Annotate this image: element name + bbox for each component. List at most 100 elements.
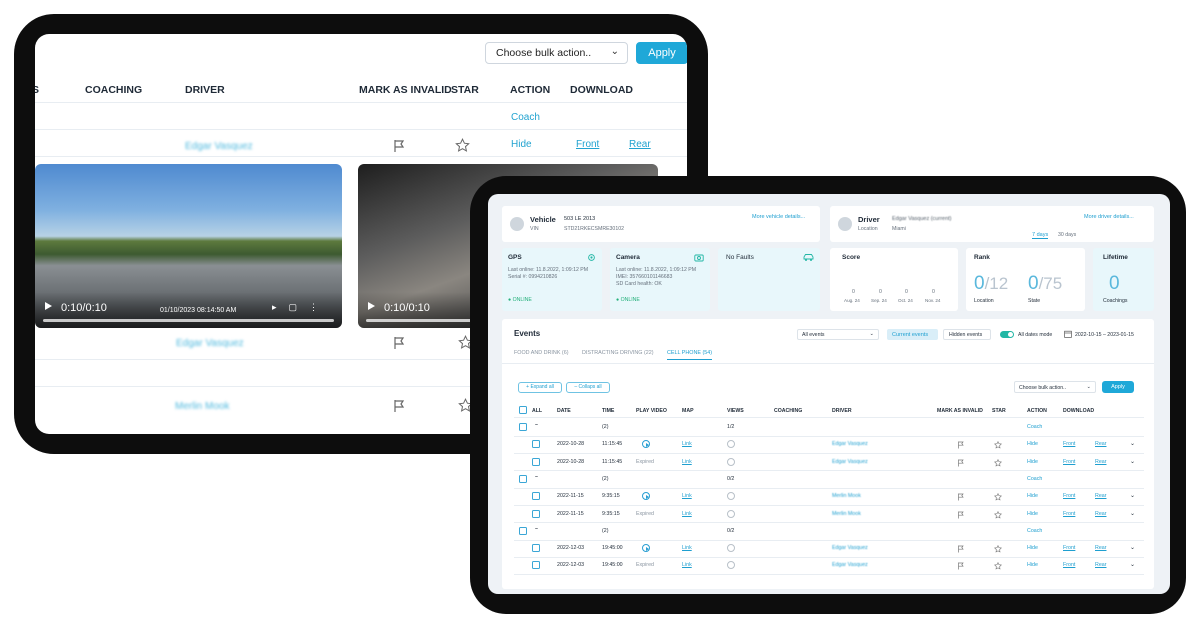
rear-download-link[interactable]: Rear <box>1095 511 1106 517</box>
rear-download-link[interactable]: Rear <box>629 139 651 150</box>
row-checkbox[interactable] <box>532 509 540 518</box>
row-checkbox[interactable] <box>532 492 540 501</box>
collapse-icon[interactable]: – <box>535 422 538 428</box>
front-download-link[interactable]: Front <box>576 139 599 150</box>
front-download-link[interactable]: Front <box>1063 545 1075 551</box>
chevron-down-icon[interactable]: ⌄ <box>1130 492 1135 499</box>
driver-link[interactable]: Edgar Vasquez <box>832 441 868 447</box>
tab-food-and-drink[interactable]: FOOD AND DRINK (6) <box>514 350 569 356</box>
driver-link[interactable]: Merlin Mook <box>832 493 861 499</box>
play-video-icon[interactable] <box>642 492 650 501</box>
event-group-row[interactable]: – (2) 1/2 Coach <box>502 419 1134 436</box>
collapse-icon[interactable]: – <box>535 474 538 480</box>
event-group-row[interactable]: – (2) 0/2 Coach <box>502 471 1134 488</box>
coach-link[interactable]: Coach <box>1027 528 1042 534</box>
star-icon[interactable] <box>994 493 1002 501</box>
star-icon[interactable] <box>994 510 1002 519</box>
more-vehicle-details-link[interactable]: More vehicle details... <box>752 214 805 220</box>
play-video-icon[interactable] <box>642 544 650 553</box>
coach-link[interactable]: Coach <box>1027 476 1042 482</box>
hide-link[interactable]: Hide <box>1027 545 1038 551</box>
hide-link[interactable]: Hide <box>1027 493 1038 499</box>
event-group-row[interactable]: – (2) 0/2 Coach <box>502 523 1134 540</box>
play-icon[interactable] <box>45 302 52 310</box>
expand-all-button[interactable]: + Expand all <box>518 382 562 393</box>
map-link[interactable]: Link <box>682 562 692 568</box>
rear-download-link[interactable]: Rear <box>1095 545 1106 551</box>
driver-link[interactable]: Merlin Mook <box>832 511 861 517</box>
date-range[interactable]: 2022-10-15 – 2023-01-15 <box>1075 332 1134 338</box>
rear-download-link[interactable]: Rear <box>1095 562 1106 568</box>
flag-icon[interactable] <box>392 139 406 153</box>
star-icon[interactable] <box>994 441 1002 449</box>
collapse-icon[interactable]: – <box>535 526 538 532</box>
select-all-checkbox[interactable] <box>519 406 527 414</box>
flag-icon[interactable] <box>392 399 406 413</box>
flag-icon[interactable] <box>957 459 964 467</box>
flag-icon[interactable] <box>957 562 964 570</box>
chevron-down-icon[interactable]: ⌄ <box>1130 510 1135 517</box>
rear-download-link[interactable]: Rear <box>1095 441 1106 447</box>
event-row[interactable]: 2022-12-03 19:45:00 Expired Link Edgar Vasqu… <box>502 557 1135 574</box>
star-icon[interactable] <box>994 562 1002 570</box>
event-row[interactable]: 2022-11-15 9:35:15 Expired Link Merlin Mook H… <box>502 506 1135 523</box>
all-dates-toggle[interactable] <box>1000 331 1014 338</box>
hide-link[interactable]: Hide <box>1027 511 1038 517</box>
map-link[interactable]: Link <box>682 545 692 551</box>
chevron-down-icon[interactable]: ⌄ <box>1130 440 1135 447</box>
driver-link[interactable]: Edgar Vasquez <box>832 545 868 551</box>
tab-30-days[interactable]: 30 days <box>1058 232 1076 238</box>
row-checkbox[interactable] <box>532 544 540 553</box>
more-driver-details-link[interactable]: More driver details... <box>1084 214 1134 220</box>
star-icon[interactable] <box>994 458 1002 467</box>
row-checkbox[interactable] <box>532 457 540 466</box>
events-filter-select[interactable]: All events ⌄ <box>797 329 879 340</box>
driver-link[interactable]: Edgar Vasquez <box>832 562 868 568</box>
bulk-action-select[interactable]: Choose bulk action.. ⌄ <box>485 42 628 64</box>
flag-icon[interactable] <box>957 511 964 519</box>
video-player-front[interactable]: 0:10/0:10 01/10/2023 08:14:50 AM ▸▢⋮ <box>35 164 342 328</box>
row-checkbox[interactable] <box>532 440 540 449</box>
hide-link[interactable]: Hide <box>1027 562 1038 568</box>
rear-download-link[interactable]: Rear <box>1095 459 1106 465</box>
event-row[interactable]: 2022-12-03 19:45:00 Link Edgar Vasquez Hide F… <box>502 540 1135 557</box>
front-download-link[interactable]: Front <box>1063 562 1075 568</box>
star-icon[interactable] <box>994 544 1002 553</box>
apply-button[interactable]: Apply <box>1102 381 1134 393</box>
event-row[interactable]: 2022-10-28 11:15:45 Expired Link Edgar Vasqu… <box>502 454 1135 471</box>
map-link[interactable]: Link <box>682 493 692 499</box>
star-icon[interactable] <box>455 138 470 153</box>
hide-link[interactable]: Hide <box>511 139 532 150</box>
coach-link[interactable]: Coach <box>511 112 540 123</box>
front-download-link[interactable]: Front <box>1063 511 1075 517</box>
bulk-action-select[interactable]: Choose bulk action.. ⌄ <box>1014 381 1096 393</box>
video-progress-bar[interactable] <box>43 319 334 322</box>
row-checkbox[interactable] <box>519 423 527 431</box>
flag-icon[interactable] <box>957 441 964 449</box>
event-row[interactable]: 2022-10-28 11:15:45 Link Edgar Vasquez Hide F… <box>502 436 1135 453</box>
video-control-icons[interactable]: ▸▢⋮ <box>272 302 330 313</box>
chevron-down-icon[interactable]: ⌄ <box>1130 561 1135 568</box>
collapse-all-button[interactable]: – Collaps all <box>566 382 610 393</box>
front-download-link[interactable]: Front <box>1063 459 1075 465</box>
chevron-down-icon[interactable]: ⌄ <box>1130 544 1135 551</box>
tab-cell-phone[interactable]: CELL PHONE (54) <box>667 350 713 360</box>
map-link[interactable]: Link <box>682 459 692 465</box>
front-download-link[interactable]: Front <box>1063 493 1075 499</box>
driver-link[interactable]: Edgar Vasquez <box>832 459 868 465</box>
flag-icon[interactable] <box>957 545 964 553</box>
play-icon[interactable] <box>368 302 375 310</box>
play-video-icon[interactable] <box>642 440 650 449</box>
hide-link[interactable]: Hide <box>1027 441 1038 447</box>
row-checkbox[interactable] <box>519 474 527 483</box>
row-checkbox[interactable] <box>532 561 540 570</box>
hidden-events-button[interactable]: Hidden events <box>943 329 991 340</box>
driver-name[interactable]: Edgar Vasquez <box>185 141 253 152</box>
apply-button[interactable]: Apply <box>636 42 687 64</box>
map-link[interactable]: Link <box>682 441 692 447</box>
row-checkbox[interactable] <box>519 526 527 535</box>
chevron-down-icon[interactable]: ⌄ <box>1130 458 1135 465</box>
flag-icon[interactable] <box>957 493 964 501</box>
calendar-icon[interactable] <box>1064 330 1072 338</box>
flag-icon[interactable] <box>392 336 406 350</box>
